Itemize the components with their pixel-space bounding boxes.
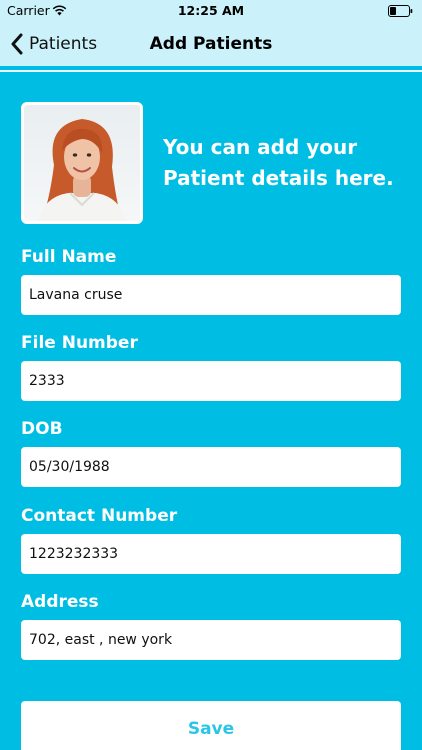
contact-number-label: Contact Number — [21, 506, 178, 526]
dob-field[interactable]: 05/30/1988 — [21, 447, 401, 487]
clock: 12:25 AM — [177, 3, 245, 18]
contact-number-field[interactable]: 1223232333 — [21, 534, 401, 574]
back-button[interactable]: Patients — [10, 22, 97, 66]
patient-photo[interactable] — [21, 102, 143, 224]
dob-label: DOB — [21, 419, 63, 439]
save-button[interactable]: Save — [21, 701, 401, 750]
address-field[interactable]: 702, east , new york — [21, 620, 401, 660]
file-number-label: File Number — [21, 333, 138, 353]
chevron-left-icon — [11, 33, 23, 55]
battery-icon — [388, 5, 413, 17]
full-name-field[interactable]: Lavana cruse — [21, 275, 401, 315]
back-button-label: Patients — [29, 34, 98, 54]
navigation-bar: Add Patients Patients — [0, 22, 422, 66]
patient-avatar-image — [38, 119, 126, 221]
file-number-field[interactable]: 2333 — [21, 361, 401, 401]
intro-text: You can add your Patient details here. — [163, 135, 394, 190]
full-name-label: Full Name — [21, 247, 117, 267]
address-label: Address — [21, 592, 99, 612]
status-bar: Carrier 12:25 AM — [0, 0, 422, 22]
nav-divider-highlight — [0, 70, 422, 72]
